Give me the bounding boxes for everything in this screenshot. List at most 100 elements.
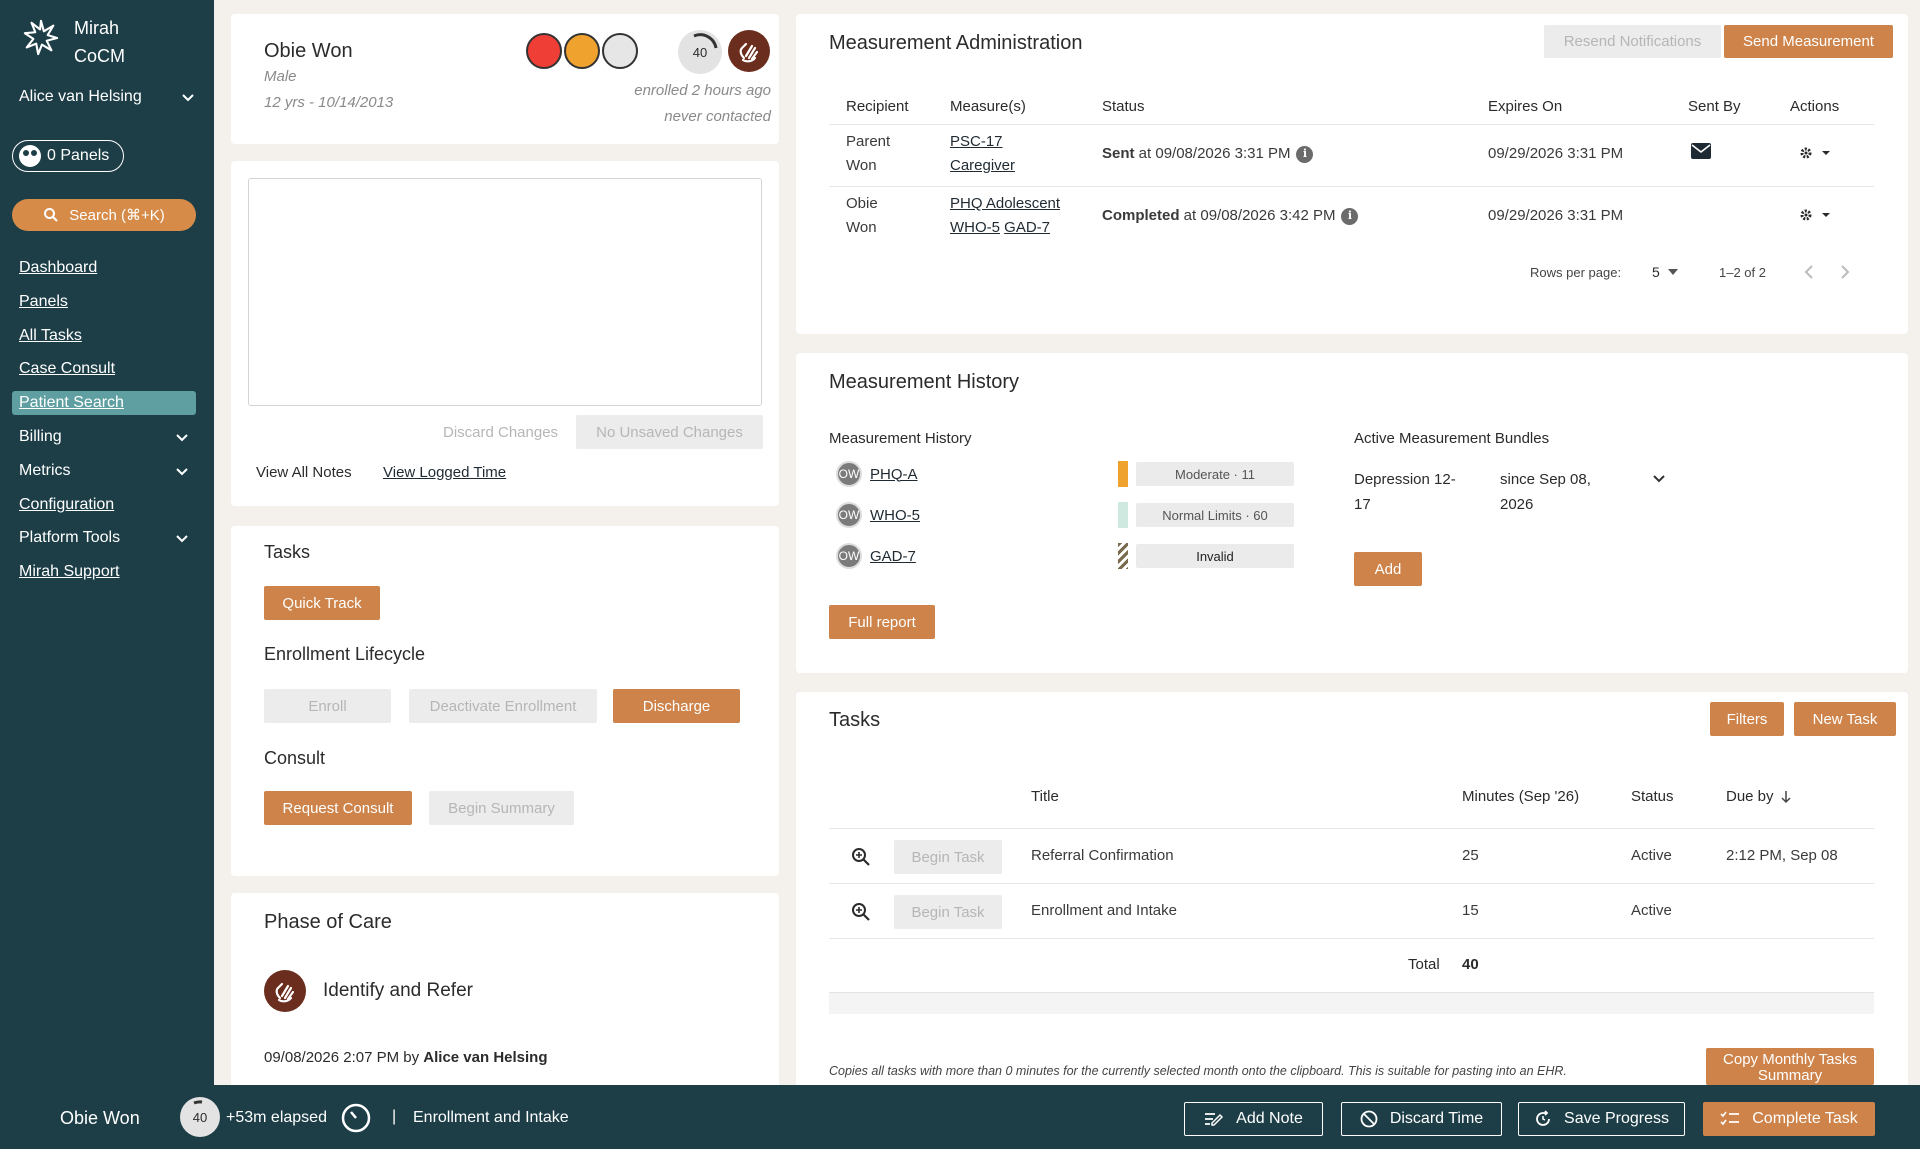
copy-monthly-summary-button[interactable]: Copy Monthly Tasks Summary: [1706, 1048, 1874, 1085]
rows-per-page-select[interactable]: 5: [1652, 264, 1678, 280]
brand[interactable]: Mirah CoCM: [22, 14, 125, 70]
sidebar-item-configuration[interactable]: Configuration: [12, 493, 196, 517]
task-status: Active: [1631, 847, 1672, 864]
measure-link[interactable]: GAD-7: [1004, 219, 1050, 236]
phase-label: Identify and Refer: [323, 980, 473, 1001]
measurement-history-card: Measurement History Measurement History …: [796, 353, 1908, 673]
notes-textarea[interactable]: [248, 178, 762, 406]
gear-menu-icon[interactable]: [1798, 145, 1832, 161]
send-measurement-button[interactable]: Send Measurement: [1724, 25, 1893, 58]
measure-link[interactable]: WHO-5: [870, 507, 920, 524]
next-page-icon[interactable]: [1839, 264, 1851, 280]
no-unsaved-changes-button[interactable]: No Unsaved Changes: [576, 415, 763, 449]
add-note-button[interactable]: Add Note: [1184, 1102, 1323, 1136]
phase-date: 09/08/2026 2:07 PM by Alice van Helsing: [264, 1049, 548, 1066]
resend-notifications-button[interactable]: Resend Notifications: [1544, 25, 1721, 58]
recipient-line1: Parent: [846, 133, 891, 150]
sidebar-item-platform-tools[interactable]: Platform Tools: [12, 526, 196, 550]
request-consult-button[interactable]: Request Consult: [264, 791, 412, 825]
view-logged-time-link[interactable]: View Logged Time: [383, 464, 506, 481]
sidebar-item-metrics[interactable]: Metrics: [12, 459, 196, 483]
sidebar-item-label: Case Consult: [19, 360, 116, 378]
history-item: OW GAD-7: [836, 543, 916, 569]
phase-heading: Phase of Care: [264, 911, 392, 933]
col-expires: Expires On: [1488, 98, 1563, 115]
history-heading: Measurement History: [829, 371, 1020, 393]
sidebar-item-panels[interactable]: Panels: [12, 290, 196, 314]
sidebar-item-label: Dashboard: [19, 259, 98, 276]
sidebar-item-all-tasks[interactable]: All Tasks: [12, 324, 196, 348]
sidebar-item-dashboard[interactable]: Dashboard: [12, 256, 196, 280]
begin-summary-button[interactable]: Begin Summary: [429, 791, 574, 825]
bundles-heading: Active Measurement Bundles: [1354, 430, 1550, 447]
status-cell: Sent at 09/08/2026 3:31 PM i: [1102, 142, 1314, 166]
timer-icon[interactable]: [340, 1102, 372, 1134]
user-select[interactable]: Alice van Helsing: [19, 88, 195, 106]
sidebar-item-label: Platform Tools: [19, 529, 121, 547]
admin-heading: Measurement Administration: [829, 32, 1083, 54]
table-footer: [829, 992, 1874, 1014]
deactivate-enrollment-button[interactable]: Deactivate Enrollment: [409, 689, 597, 723]
sidebar-item-label: All Tasks: [19, 326, 82, 344]
begin-task-button[interactable]: Begin Task: [894, 895, 1002, 929]
expires-cell: 09/29/2026 3:31 PM: [1488, 145, 1624, 162]
complete-task-button[interactable]: Complete Task: [1703, 1102, 1875, 1136]
col-due-label: Due by: [1726, 788, 1774, 805]
waving-hand-icon: [728, 30, 770, 72]
save-progress-button[interactable]: Save Progress: [1518, 1102, 1685, 1136]
bottom-patient-name: Obie Won: [60, 1108, 140, 1128]
view-all-notes-link[interactable]: View All Notes: [256, 464, 352, 481]
divider: [829, 186, 1874, 187]
current-task-name: Enrollment and Intake: [413, 1109, 569, 1126]
measure-link[interactable]: GAD-7: [870, 548, 916, 565]
full-report-button[interactable]: Full report: [829, 605, 935, 639]
sidebar-item-case-consult[interactable]: Case Consult: [12, 357, 196, 381]
patient-card: Obie Won Male 12 yrs - 10/14/2013 40 enr…: [231, 14, 779, 144]
panels-button[interactable]: 0 Panels: [12, 140, 125, 172]
prev-page-icon[interactable]: [1803, 264, 1815, 280]
begin-task-button[interactable]: Begin Task: [894, 840, 1002, 874]
chevron-down-icon[interactable]: [1652, 474, 1666, 484]
add-bundle-button[interactable]: Add: [1354, 552, 1422, 586]
recipient-cell: Parent Won: [846, 130, 890, 178]
discard-changes-button[interactable]: Discard Changes: [443, 424, 558, 441]
enroll-button[interactable]: Enroll: [264, 689, 391, 723]
zoom-in-icon[interactable]: [851, 847, 871, 867]
chevron-down-icon: [176, 434, 188, 442]
measurement-administration-card: Measurement Administration Resend Notifi…: [796, 14, 1908, 334]
status-cell: Completed at 09/08/2026 3:42 PM i: [1102, 204, 1359, 228]
search-button[interactable]: Search (⌘+K): [12, 199, 196, 231]
sidebar-item-billing[interactable]: Billing: [12, 425, 196, 449]
quick-track-button[interactable]: Quick Track: [264, 586, 380, 620]
risk-dot: [602, 33, 638, 69]
measure-link[interactable]: PHQ Adolescent: [950, 192, 1060, 216]
divider: [829, 938, 1874, 939]
zoom-in-icon[interactable]: [851, 902, 871, 922]
col-minutes: Minutes (Sep '26): [1462, 788, 1580, 805]
info-icon[interactable]: i: [1296, 145, 1314, 163]
status-text: at 09/08/2026 3:31 PM: [1134, 145, 1291, 162]
col-measures: Measure(s): [950, 98, 1026, 115]
sidebar-item-patient-search[interactable]: Patient Search: [12, 391, 196, 416]
filters-button[interactable]: Filters: [1710, 702, 1784, 736]
measure-link[interactable]: WHO-5: [950, 219, 1000, 236]
gear-menu-icon[interactable]: [1798, 207, 1832, 223]
measure-link[interactable]: PHQ-A: [870, 466, 918, 483]
patient-initials-avatar: OW: [836, 543, 862, 569]
envelope-icon[interactable]: [1690, 142, 1712, 160]
info-icon[interactable]: i: [1341, 207, 1359, 225]
new-task-button[interactable]: New Task: [1794, 702, 1896, 736]
sidebar-item-mirah-support[interactable]: Mirah Support: [12, 560, 196, 584]
save-progress-icon: [1536, 1110, 1550, 1126]
enrolled-text: enrolled 2 hours ago: [634, 82, 771, 99]
score-arc-icon: [193, 1100, 203, 1105]
col-due-by[interactable]: Due by: [1726, 788, 1792, 805]
discard-time-button[interactable]: Discard Time: [1341, 1102, 1502, 1136]
recipient-line2: Won: [846, 219, 877, 236]
measure-link[interactable]: Caregiver: [950, 154, 1015, 178]
sidebar: Mirah CoCM Alice van Helsing 0 Panels Se…: [0, 0, 214, 1085]
discharge-button[interactable]: Discharge: [613, 689, 740, 723]
measure-link[interactable]: PSC-17: [950, 130, 1015, 154]
phase-author: Alice van Helsing: [423, 1049, 548, 1066]
status-bold: Completed: [1102, 207, 1180, 224]
